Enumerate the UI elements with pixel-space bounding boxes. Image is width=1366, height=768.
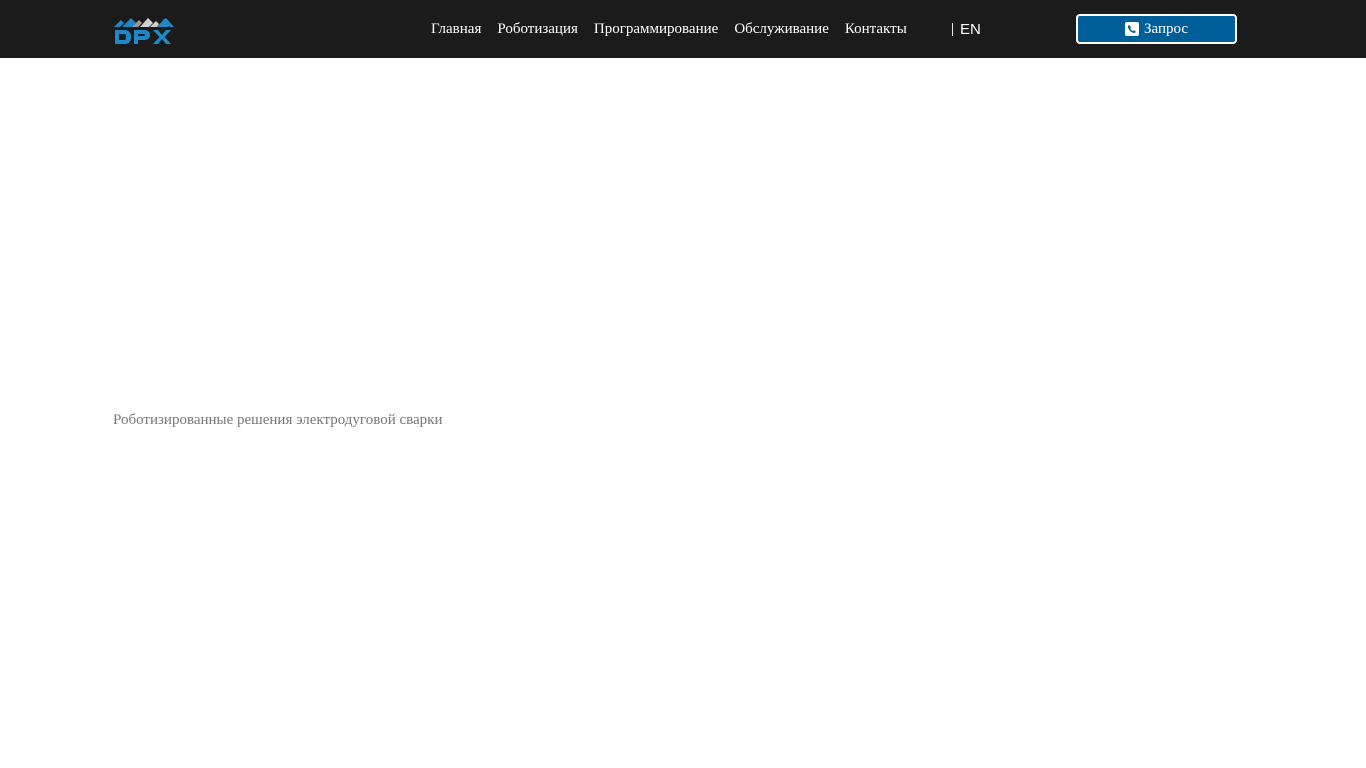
nav-item-contacts[interactable]: Контакты <box>845 21 907 38</box>
main-navigation: Главная Роботизация Программирование Обс… <box>431 0 923 58</box>
nav-item-robotization[interactable]: Роботизация <box>497 21 578 38</box>
request-button-label: Запрос <box>1143 20 1189 37</box>
request-button[interactable]: Запрос <box>1076 14 1237 44</box>
hero-caption: Роботизированные решения электродуговой … <box>113 412 443 428</box>
language-en-link[interactable]: EN <box>960 21 981 38</box>
dpx-logo[interactable] <box>113 14 175 46</box>
dpx-logo-graphic <box>114 18 174 44</box>
nav-item-programming[interactable]: Программирование <box>594 21 718 38</box>
language-divider <box>952 22 953 36</box>
nav-item-service[interactable]: Обслуживание <box>734 21 829 38</box>
top-navigation-bar: Главная Роботизация Программирование Обс… <box>0 0 1366 58</box>
language-switcher: EN <box>952 0 981 58</box>
phone-icon <box>1124 22 1139 36</box>
nav-item-home[interactable]: Главная <box>431 21 481 38</box>
